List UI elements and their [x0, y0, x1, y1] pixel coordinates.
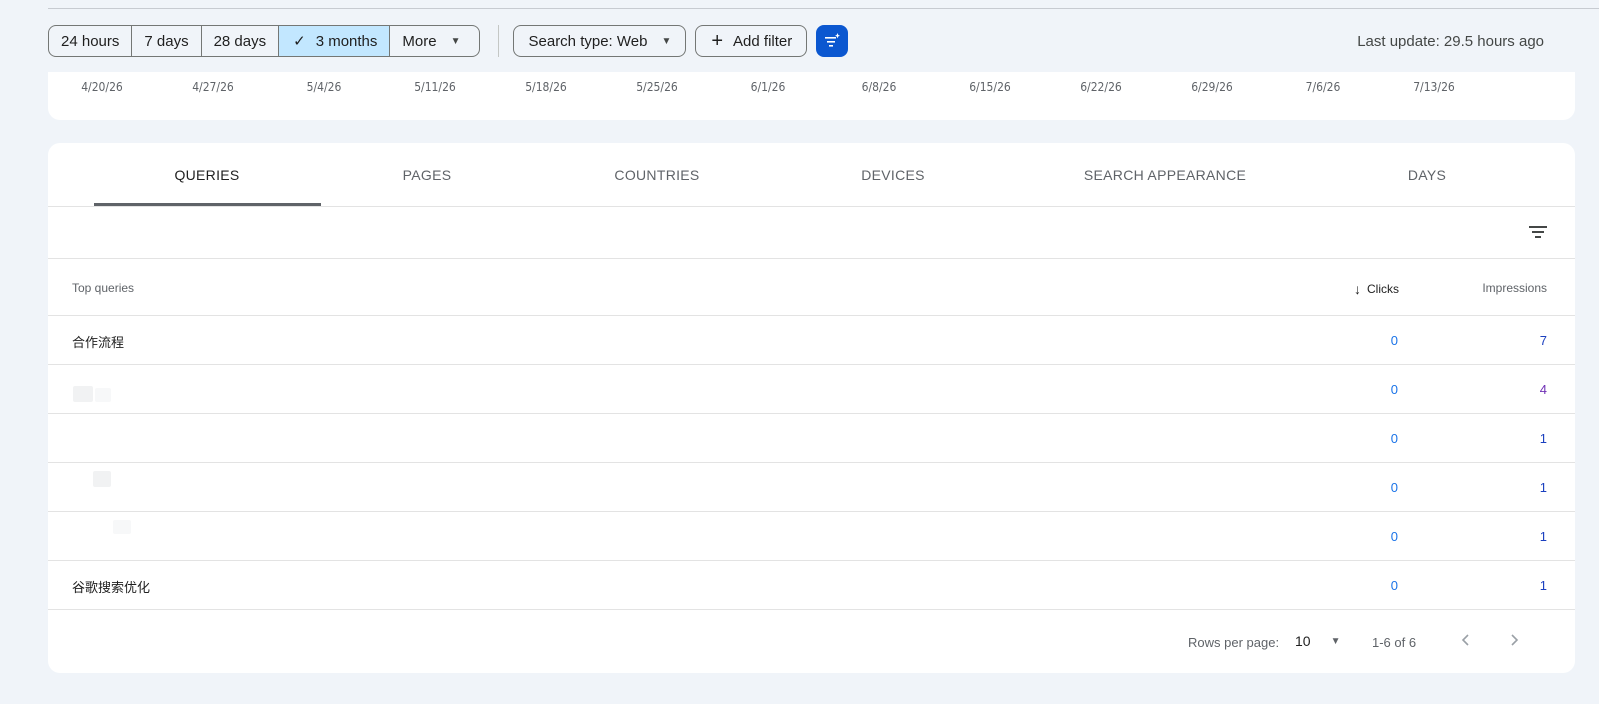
tab-devices[interactable]: DEVICES — [861, 143, 925, 206]
top-divider — [48, 8, 1599, 9]
axis-date-label: 5/11/26 — [414, 80, 456, 94]
tab-search-appearance[interactable]: SEARCH APPEARANCE — [1084, 143, 1246, 206]
arrow-down-icon: ↓ — [1354, 281, 1361, 297]
axis-date-label: 7/13/26 — [1413, 80, 1455, 94]
filter-list-icon[interactable] — [1527, 221, 1549, 243]
chevron-left-icon — [1461, 634, 1469, 646]
range-more-button[interactable]: More ▼ — [390, 26, 478, 56]
query-cell: 合作流程 — [72, 335, 125, 350]
column-header-impressions[interactable]: Impressions — [1482, 281, 1547, 295]
range-3-months-button[interactable]: ✓ 3 months — [279, 26, 391, 56]
toolbar-divider — [497, 25, 499, 57]
add-filter-button[interactable]: + Add filter — [695, 25, 808, 57]
redacted-query-block — [113, 520, 131, 534]
table-row[interactable]: 0 1 — [48, 414, 1575, 463]
active-tab-indicator — [94, 203, 321, 206]
clicks-cell: 0 — [1390, 382, 1398, 397]
pagination-range: 1-6 of 6 — [1372, 635, 1417, 650]
previous-page-button[interactable] — [1454, 628, 1478, 652]
impressions-cell: 7 — [1539, 333, 1547, 348]
tab-days[interactable]: DAYS — [1408, 143, 1446, 206]
rows-per-page-label: Rows per page: — [1188, 635, 1280, 650]
axis-date-label: 6/15/26 — [969, 80, 1011, 94]
clicks-cell: 0 — [1390, 333, 1398, 348]
check-icon: ✓ — [293, 33, 306, 50]
impressions-cell: 4 — [1539, 382, 1547, 397]
caret-down-icon: ▼ — [1330, 635, 1341, 647]
sparkle-filter-icon — [825, 33, 841, 47]
chart-date-axis: 4/20/26 4/27/26 5/4/26 5/11/26 5/18/26 5… — [48, 72, 1575, 120]
range-7-days-button[interactable]: 7 days — [132, 26, 202, 56]
query-cell: 谷歌搜索优化 — [72, 580, 151, 595]
axis-date-label: 5/18/26 — [525, 80, 567, 94]
impressions-cell: 1 — [1539, 578, 1547, 593]
impressions-cell: 1 — [1539, 480, 1547, 495]
clicks-cell: 0 — [1390, 529, 1398, 544]
redacted-query-block — [95, 388, 111, 402]
axis-date-label: 4/20/26 — [81, 80, 123, 94]
axis-date-label: 4/27/26 — [192, 80, 234, 94]
caret-down-icon: ▼ — [450, 35, 461, 47]
axis-date-label: 7/6/26 — [1305, 80, 1341, 94]
chevron-right-icon — [1511, 634, 1519, 646]
tab-pages[interactable]: PAGES — [403, 143, 452, 206]
tab-queries[interactable]: QUERIES — [174, 143, 239, 206]
clicks-cell: 0 — [1390, 578, 1398, 593]
impressions-cell: 1 — [1539, 529, 1547, 544]
table-row[interactable]: 0 1 — [48, 512, 1575, 561]
tab-countries[interactable]: COUNTRIES — [614, 143, 699, 206]
axis-date-label: 6/8/26 — [861, 80, 897, 94]
date-range-selector: 24 hours 7 days 28 days ✓ 3 months More ▼ — [48, 25, 480, 57]
date-filter-toolbar: 24 hours 7 days 28 days ✓ 3 months More ▼ … — [48, 25, 849, 57]
queries-table-card: QUERIES PAGES COUNTRIES DEVICES SEARCH A… — [48, 143, 1575, 673]
range-24-hours-button[interactable]: 24 hours — [49, 26, 133, 56]
pagination-footer: Rows per page: 10 ▼ 1-6 of 6 — [48, 611, 1575, 673]
search-type-chip[interactable]: Search type: Web ▼ — [512, 25, 687, 57]
table-row[interactable]: 谷歌搜索优化 0 1 — [48, 561, 1575, 610]
clicks-cell: 0 — [1390, 480, 1398, 495]
impressions-cell: 1 — [1539, 431, 1547, 446]
plus-icon: + — [711, 30, 724, 52]
table-filter-row — [48, 207, 1575, 259]
last-update-text: Last update: 29.5 hours ago — [1357, 33, 1544, 50]
table-header-row: Top queries ↓ Clicks Impressions — [48, 259, 1575, 316]
axis-date-label: 6/29/26 — [1191, 80, 1233, 94]
axis-date-label: 5/4/26 — [306, 80, 342, 94]
table-row[interactable]: 0 4 — [48, 365, 1575, 414]
column-header-clicks[interactable]: ↓ Clicks — [1354, 281, 1399, 297]
range-28-days-button[interactable]: 28 days — [202, 26, 280, 56]
rows-per-page-select[interactable]: 10 ▼ — [1295, 633, 1340, 649]
table-row[interactable]: 0 1 — [48, 463, 1575, 512]
redacted-query-block — [73, 386, 93, 402]
column-header-top-queries: Top queries — [72, 281, 135, 295]
smart-filter-button[interactable] — [816, 25, 849, 57]
next-page-button[interactable] — [1502, 628, 1526, 652]
clicks-cell: 0 — [1390, 431, 1398, 446]
axis-date-label: 6/1/26 — [750, 80, 786, 94]
caret-down-icon: ▼ — [661, 35, 672, 47]
redacted-query-block — [93, 471, 111, 487]
dimension-tabs: QUERIES PAGES COUNTRIES DEVICES SEARCH A… — [48, 143, 1575, 207]
axis-date-label: 5/25/26 — [636, 80, 678, 94]
axis-date-label: 6/22/26 — [1080, 80, 1122, 94]
table-row[interactable]: 合作流程 0 7 — [48, 316, 1575, 365]
